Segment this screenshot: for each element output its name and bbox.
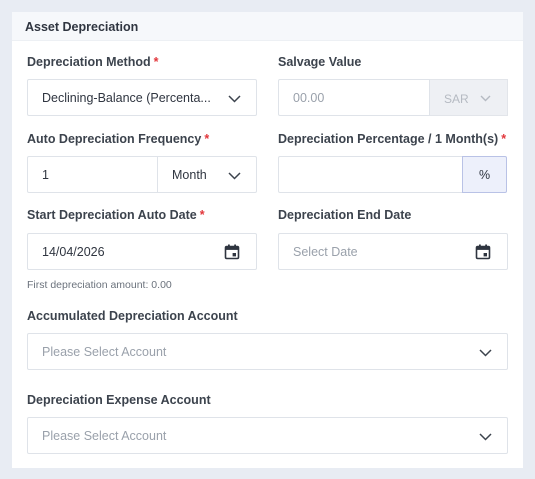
expense-account-select[interactable]: Please Select Account bbox=[27, 417, 508, 454]
salvage-currency-select: SAR bbox=[430, 79, 508, 116]
percent-suffix-text: % bbox=[479, 168, 491, 182]
percent-suffix: % bbox=[462, 156, 507, 193]
accumulated-account-placeholder: Please Select Account bbox=[42, 345, 167, 359]
salvage-value-label: Salvage Value bbox=[278, 55, 362, 69]
expense-account-label: Depreciation Expense Account bbox=[27, 393, 211, 407]
depreciation-percentage-label: Depreciation Percentage / 1 Month(s) * bbox=[278, 132, 506, 146]
depreciation-percentage-input[interactable] bbox=[278, 156, 463, 193]
section-title: Asset Depreciation bbox=[25, 20, 139, 34]
card-header: Asset Depreciation bbox=[12, 12, 523, 41]
salvage-currency-value: SAR bbox=[444, 92, 469, 106]
salvage-value-input[interactable]: 00.00 bbox=[278, 79, 430, 116]
required-marker: * bbox=[199, 208, 205, 222]
depreciation-method-select[interactable]: Declining-Balance (Percenta... bbox=[27, 79, 257, 116]
depreciation-percentage-label-text: Depreciation Percentage / 1 Month(s) bbox=[278, 132, 499, 146]
required-marker: * bbox=[153, 55, 159, 69]
accumulated-account-select[interactable]: Please Select Account bbox=[27, 333, 508, 370]
calendar-icon[interactable] bbox=[475, 244, 491, 260]
auto-frequency-input[interactable]: 1 bbox=[27, 156, 158, 193]
auto-frequency-label-text: Auto Depreciation Frequency bbox=[27, 132, 202, 146]
chevron-down-icon bbox=[228, 95, 241, 103]
asset-depreciation-card: Asset Depreciation Depreciation Method * … bbox=[12, 12, 523, 468]
auto-frequency-value: 1 bbox=[42, 168, 49, 182]
start-date-input[interactable]: 14/04/2026 bbox=[27, 233, 257, 270]
end-date-placeholder: Select Date bbox=[293, 245, 358, 259]
required-marker: * bbox=[204, 132, 210, 146]
chevron-down-icon bbox=[228, 172, 241, 180]
expense-account-placeholder: Please Select Account bbox=[42, 429, 167, 443]
end-date-label: Depreciation End Date bbox=[278, 208, 412, 222]
salvage-value-placeholder: 00.00 bbox=[293, 91, 325, 105]
calendar-icon[interactable] bbox=[224, 244, 240, 260]
auto-frequency-label: Auto Depreciation Frequency * bbox=[27, 132, 209, 146]
frequency-unit-value: Month bbox=[172, 168, 207, 182]
accumulated-account-label: Accumulated Depreciation Account bbox=[27, 309, 238, 323]
chevron-down-icon bbox=[479, 433, 492, 441]
required-marker: * bbox=[501, 132, 507, 146]
first-depreciation-hint: First depreciation amount: 0.00 bbox=[27, 279, 172, 291]
depreciation-method-value: Declining-Balance (Percenta... bbox=[42, 91, 211, 105]
start-date-value: 14/04/2026 bbox=[42, 245, 105, 259]
chevron-down-icon bbox=[479, 349, 492, 357]
end-date-input[interactable]: Select Date bbox=[278, 233, 508, 270]
chevron-down-icon bbox=[480, 95, 493, 103]
start-date-label: Start Depreciation Auto Date * bbox=[27, 208, 205, 222]
depreciation-method-label: Depreciation Method * bbox=[27, 55, 159, 69]
depreciation-method-label-text: Depreciation Method bbox=[27, 55, 151, 69]
frequency-unit-select[interactable]: Month bbox=[157, 156, 257, 193]
start-date-label-text: Start Depreciation Auto Date bbox=[27, 208, 197, 222]
